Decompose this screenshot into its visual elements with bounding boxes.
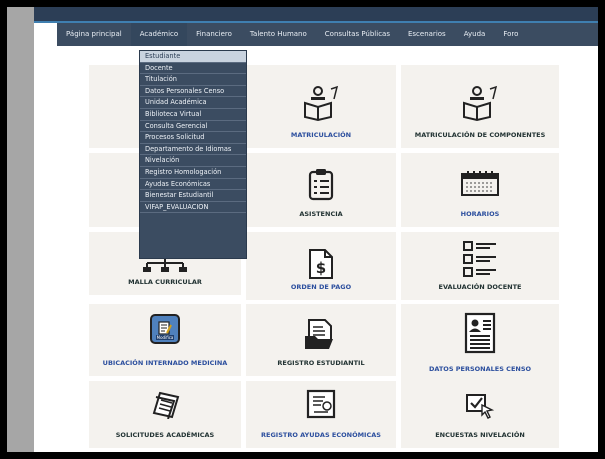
student-reading-icon (304, 85, 339, 122)
tile-horarios[interactable]: HORARIOS (401, 153, 559, 227)
left-gray-strip (7, 7, 34, 452)
tile-registro-ayudas[interactable]: REGISTRO AYUDAS ECONÓMICAS (246, 381, 396, 448)
nav-ayuda[interactable]: Ayuda (455, 23, 495, 46)
tile-matriculacion[interactable]: MATRICULACIÓN (246, 65, 396, 148)
modifica-text: Modifica (155, 335, 175, 340)
student-reading-icon (463, 85, 498, 122)
tile-registro-estudiantil[interactable]: REGISTRO ESTUDIANTIL (246, 304, 396, 376)
folder-document-icon (305, 319, 333, 349)
window-frame: Página principal Académico Financiero Ta… (0, 0, 605, 459)
main-navbar: Página principal Académico Financiero Ta… (57, 23, 598, 46)
tile-label: REGISTRO ESTUDIANTIL (277, 359, 365, 367)
tile-label: MATRICULACIÓN (290, 131, 352, 139)
invoice-dollar-icon: $ (309, 249, 333, 279)
menu-item-titulacion[interactable]: Titulación (140, 74, 246, 86)
academico-dropdown-menu: Estudiante Docente Titulación Datos Pers… (139, 50, 247, 259)
id-document-icon (464, 312, 496, 354)
tile-encuestas[interactable]: ENCUESTAS NIVELACIÓN (401, 381, 559, 448)
menu-item-estudiante[interactable]: Estudiante (140, 51, 246, 63)
nav-pagina-principal[interactable]: Página principal (57, 23, 131, 46)
nav-escenarios[interactable]: Escenarios (399, 23, 455, 46)
tile-label: ENCUESTAS NIVELACIÓN (435, 431, 525, 439)
calendar-icon (461, 171, 499, 196)
tile-solicitudes[interactable]: SOLICITUDES ACADÉMICAS (89, 381, 241, 448)
tile-label: ASISTENCIA (299, 210, 343, 218)
tile-orden-pago[interactable]: $ ORDEN DE PAGO (246, 232, 396, 300)
tile-label: REGISTRO AYUDAS ECONÓMICAS (261, 431, 381, 439)
nav-consultas-publicas[interactable]: Consultas Públicas (316, 23, 399, 46)
tile-label: ORDEN DE PAGO (290, 283, 352, 291)
edit-document-icon (158, 321, 172, 335)
tile-label: DATOS PERSONALES CENSO (428, 365, 532, 373)
menu-item-nivelacion[interactable]: Nivelación (140, 155, 246, 167)
tile-evaluacion-docente[interactable]: EVALUACIÓN DOCENTE (401, 232, 559, 300)
checkbox-cursor-icon (466, 394, 495, 419)
top-header-bar (34, 7, 598, 21)
menu-item-docente[interactable]: Docente (140, 63, 246, 75)
tile-ubicacion-internado[interactable]: Modifica UBICACIÓN INTERNADO MEDICINA (89, 304, 241, 376)
modifica-icon: Modifica (150, 314, 180, 344)
tile-label: MATRICULACIÓN DE COMPONENTES (414, 131, 546, 139)
tile-matriculacion-componentes[interactable]: MATRICULACIÓN DE COMPONENTES (401, 65, 559, 148)
menu-item-unidad-academica[interactable]: Unidad Académica (140, 97, 246, 109)
tile-label: MALLA CURRICULAR (128, 278, 202, 286)
menu-item-departamento-idiomas[interactable]: Departamento de Idiomas (140, 144, 246, 156)
tile-label: EVALUACIÓN DOCENTE (438, 283, 522, 291)
tile-label: UBICACIÓN INTERNADO MEDICINA (102, 359, 228, 367)
nav-talento-humano[interactable]: Talento Humano (241, 23, 316, 46)
certificate-icon (306, 389, 336, 419)
nav-foro[interactable]: Foro (494, 23, 527, 46)
menu-item-datos-personales-censo[interactable]: Datos Personales Censo (140, 86, 246, 98)
documents-stack-icon (152, 391, 180, 419)
menu-item-vifap-evaluacion[interactable]: VIFAP_EVALUACION (140, 202, 246, 214)
menu-item-ayudas-economicas[interactable]: Ayudas Económicas (140, 179, 246, 191)
menu-item-procesos-solicitud[interactable]: Procesos Solicitud (140, 132, 246, 144)
nav-academico[interactable]: Académico (130, 23, 188, 46)
menu-item-biblioteca-virtual[interactable]: Biblioteca Virtual (140, 109, 246, 121)
nav-financiero[interactable]: Financiero (187, 23, 241, 46)
svg-text:$: $ (316, 259, 326, 277)
tile-label: HORARIOS (460, 210, 500, 218)
menu-item-registro-homologacion[interactable]: Registro Homologación (140, 167, 246, 179)
menu-item-bienestar-estudiantil[interactable]: Bienestar Estudiantil (140, 190, 246, 202)
checklist-icon (463, 241, 496, 277)
page: Página principal Académico Financiero Ta… (7, 7, 598, 452)
tile-label: SOLICITUDES ACADÉMICAS (115, 431, 215, 439)
tile-datos-personales[interactable]: DATOS PERSONALES CENSO (401, 304, 559, 382)
tile-asistencia[interactable]: ASISTENCIA (246, 153, 396, 227)
clipboard-icon (308, 169, 334, 201)
menu-item-consulta-gerencial[interactable]: Consulta Gerencial (140, 121, 246, 133)
